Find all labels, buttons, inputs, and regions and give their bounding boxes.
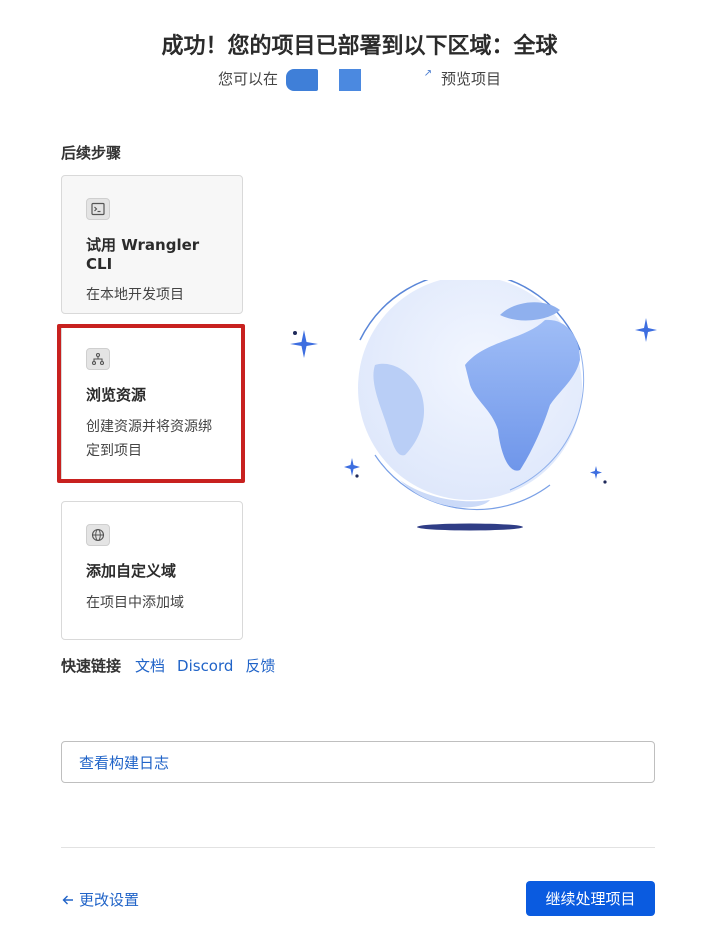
- discord-link[interactable]: Discord: [177, 657, 233, 675]
- terminal-icon: [86, 198, 110, 220]
- next-steps-heading: 后续步骤: [61, 144, 122, 162]
- page-title: 成功！您的项目已部署到以下区域：全球: [161, 34, 558, 59]
- card-description: 在本地开发项目: [86, 287, 184, 303]
- subtitle-suffix: 预览项目: [440, 70, 501, 88]
- change-settings-label: 更改设置: [79, 891, 140, 909]
- docs-link[interactable]: 文档: [135, 655, 165, 676]
- preview-subtitle: 您可以在 ↗ 预览项目: [0, 68, 719, 91]
- redacted-url-part: [338, 68, 361, 91]
- card-description: 在项目中添加域: [86, 595, 184, 611]
- view-build-log-button[interactable]: 查看构建日志: [61, 741, 655, 783]
- custom-domain-card[interactable]: 添加自定义域 在项目中添加域: [61, 501, 243, 640]
- continue-project-button[interactable]: 继续处理项目: [526, 881, 655, 916]
- card-title: 添加自定义域: [86, 562, 177, 580]
- quick-links-label: 快速链接: [61, 657, 122, 675]
- change-settings-link[interactable]: 更改设置: [61, 889, 139, 910]
- globe-illustration: [290, 280, 657, 531]
- wrangler-cli-card[interactable]: 试用 Wrangler CLI 在本地开发项目: [61, 175, 243, 314]
- card-title: 试用 Wrangler CLI: [86, 236, 200, 273]
- feedback-link[interactable]: 反馈: [245, 655, 275, 676]
- footer-divider: [61, 847, 655, 848]
- link-arrow-icon: ↗: [423, 68, 433, 79]
- globe-icon: [86, 524, 110, 546]
- quick-links: 快速链接 文档 Discord 反馈: [61, 655, 275, 676]
- selection-highlight: [57, 324, 245, 483]
- subtitle-prefix: 您可以在: [218, 70, 279, 88]
- arrow-left-icon: [62, 895, 73, 904]
- redacted-url-part: [285, 68, 318, 91]
